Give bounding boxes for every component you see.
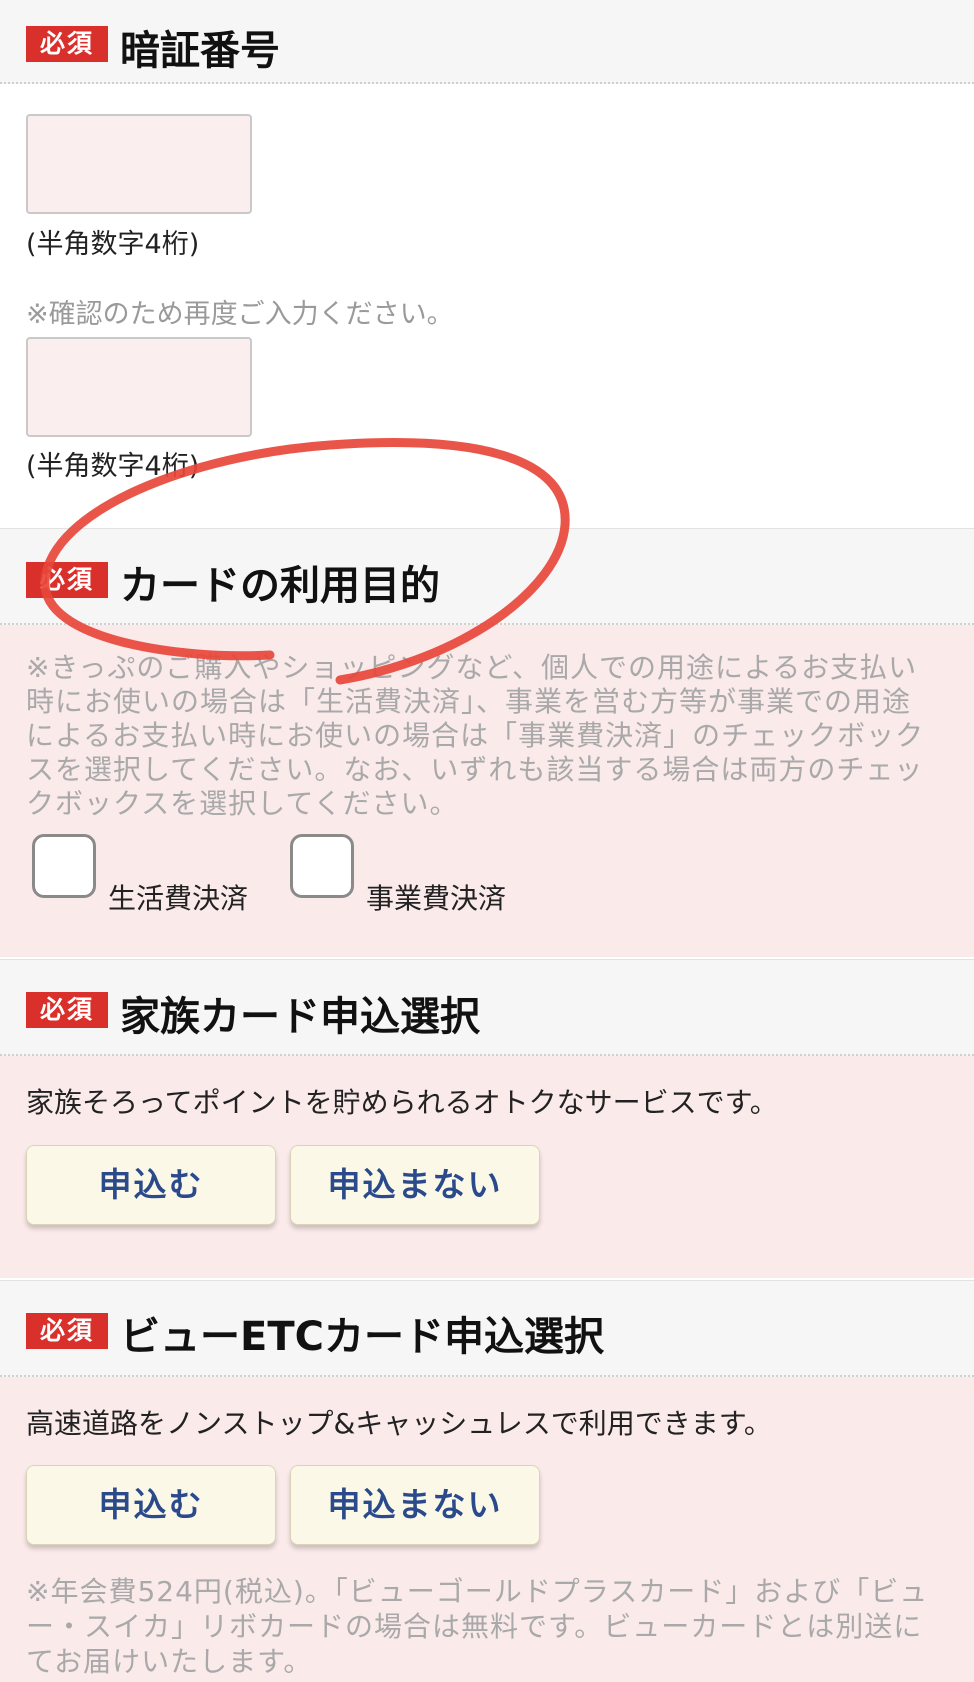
checkbox-living-expenses-label: 生活費決済: [108, 882, 249, 915]
pin-input[interactable]: [26, 114, 252, 214]
pin-section-title: 暗証番号: [120, 28, 280, 74]
purpose-section-title: カードの利用目的: [120, 563, 440, 609]
pin-confirm-note: ※確認のため再度ご入力ください。: [26, 299, 454, 330]
pin-confirm-input[interactable]: [26, 337, 252, 437]
etc-apply-button[interactable]: 申込む: [26, 1465, 276, 1545]
required-badge: 必須: [26, 992, 108, 1028]
purpose-description: ※きっぷのご購入やショッピングなど、個人での用途によるお支払い時にお使いの場合は…: [26, 651, 925, 820]
pin-confirm-hint: (半角数字4桁): [26, 451, 200, 482]
family-apply-button[interactable]: 申込む: [26, 1145, 276, 1225]
checkbox-living-expenses[interactable]: [32, 834, 96, 898]
family-decline-button[interactable]: 申込まない: [290, 1145, 540, 1225]
etc-section-title: ビューETCカード申込選択: [120, 1314, 604, 1360]
etc-decline-button[interactable]: 申込まない: [290, 1465, 540, 1545]
etc-section-text: 高速道路をノンストップ&キャッシュレスで利用できます。: [26, 1407, 772, 1440]
required-badge: 必須: [26, 1313, 108, 1349]
etc-fee-note: ※年会費524円(税込)。「ビューゴールドプラスカード」および「ビュー・スイカ」…: [26, 1575, 929, 1678]
pin-hint: (半角数字4桁): [26, 229, 200, 260]
required-badge: 必須: [26, 562, 108, 598]
family-section-text: 家族そろってポイントを貯められるオトクなサービスです。: [26, 1086, 778, 1119]
family-section-title: 家族カード申込選択: [120, 994, 480, 1040]
checkbox-business-expenses-label: 事業費決済: [366, 882, 507, 915]
required-badge: 必須: [26, 26, 108, 62]
checkbox-business-expenses[interactable]: [290, 834, 354, 898]
